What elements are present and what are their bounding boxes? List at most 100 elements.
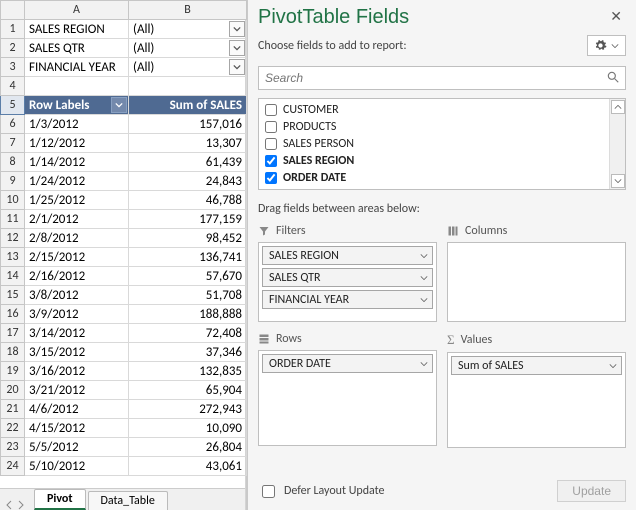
cell-date[interactable]: 1/3/2012: [25, 115, 129, 134]
field-list-item[interactable]: PRODUCTS: [259, 118, 609, 135]
area-field-item[interactable]: SALES QTR: [262, 268, 433, 287]
row-header[interactable]: 2: [1, 39, 25, 58]
row-header[interactable]: 7: [1, 134, 25, 153]
row-header[interactable]: 14: [1, 267, 25, 286]
cell-date[interactable]: 3/21/2012: [25, 381, 129, 400]
sheet-tab-data-table[interactable]: Data_Table: [88, 491, 168, 510]
row-header[interactable]: 19: [1, 362, 25, 381]
filter-value-cell[interactable]: (All): [129, 20, 247, 39]
cell-value[interactable]: 57,670: [129, 267, 247, 286]
cell-value[interactable]: 37,346: [129, 343, 247, 362]
cell-value[interactable]: 188,888: [129, 305, 247, 324]
field-checkbox[interactable]: [265, 104, 277, 116]
row-header[interactable]: 16: [1, 305, 25, 324]
row-header[interactable]: 9: [1, 172, 25, 191]
update-button[interactable]: Update: [557, 480, 626, 502]
pivot-values-header[interactable]: Sum of SALES: [129, 96, 247, 115]
filter-dropdown-button[interactable]: [229, 59, 245, 75]
tab-next-button[interactable]: [16, 500, 26, 510]
filter-label-cell[interactable]: SALES REGION: [25, 20, 129, 39]
cell-value[interactable]: 157,016: [129, 115, 247, 134]
rows-dropzone[interactable]: ORDER DATE: [258, 350, 437, 446]
field-checkbox[interactable]: [265, 155, 277, 167]
row-header[interactable]: 17: [1, 324, 25, 343]
tab-prev-button[interactable]: [4, 500, 14, 510]
cell-value[interactable]: 65,904: [129, 381, 247, 400]
cell-date[interactable]: 3/14/2012: [25, 324, 129, 343]
cell-value[interactable]: 136,741: [129, 248, 247, 267]
row-header[interactable]: 5: [1, 96, 25, 115]
cell-date[interactable]: 1/14/2012: [25, 153, 129, 172]
defer-layout-checkbox-label[interactable]: Defer Layout Update: [258, 482, 385, 501]
scroll-down-button[interactable]: [611, 174, 625, 188]
filter-value-cell[interactable]: (All): [129, 58, 247, 77]
columns-dropzone[interactable]: [447, 242, 626, 322]
cell-value[interactable]: 132,835: [129, 362, 247, 381]
field-checkbox[interactable]: [265, 138, 277, 150]
cell-value[interactable]: 10,090: [129, 419, 247, 438]
field-list-item[interactable]: SALES PERSON: [259, 135, 609, 152]
row-header[interactable]: 15: [1, 286, 25, 305]
field-checkbox[interactable]: [265, 172, 277, 184]
cell-date[interactable]: 4/15/2012: [25, 419, 129, 438]
sheet-tab-pivot[interactable]: Pivot: [34, 489, 86, 510]
select-all-corner[interactable]: [1, 1, 25, 20]
cell-value[interactable]: 26,804: [129, 438, 247, 457]
cell-date[interactable]: 2/16/2012: [25, 267, 129, 286]
cell-value[interactable]: 61,439: [129, 153, 247, 172]
filter-label-cell[interactable]: FINANCIAL YEAR: [25, 58, 129, 77]
row-header[interactable]: 10: [1, 191, 25, 210]
row-header[interactable]: 6: [1, 115, 25, 134]
scroll-up-button[interactable]: [611, 100, 625, 114]
cell-value[interactable]: 24,843: [129, 172, 247, 191]
row-header[interactable]: 21: [1, 400, 25, 419]
cell-value[interactable]: 272,943: [129, 400, 247, 419]
filter-dropdown-button[interactable]: [229, 21, 245, 37]
row-header[interactable]: 3: [1, 58, 25, 77]
area-field-item[interactable]: ORDER DATE: [262, 354, 433, 373]
filter-value-cell[interactable]: (All): [129, 39, 247, 58]
cell-date[interactable]: 1/24/2012: [25, 172, 129, 191]
cell-date[interactable]: 3/9/2012: [25, 305, 129, 324]
filter-label-cell[interactable]: SALES QTR: [25, 39, 129, 58]
cell-value[interactable]: 72,408: [129, 324, 247, 343]
cell-date[interactable]: 3/15/2012: [25, 343, 129, 362]
cell-value[interactable]: 98,452: [129, 229, 247, 248]
col-header-a[interactable]: A: [25, 1, 129, 20]
pivot-row-labels-header[interactable]: Row Labels: [25, 96, 129, 115]
field-search-input[interactable]: [258, 66, 626, 90]
cell-date[interactable]: 5/5/2012: [25, 438, 129, 457]
area-field-item[interactable]: Sum of SALES: [451, 356, 622, 375]
row-header[interactable]: 24: [1, 457, 25, 476]
row-header[interactable]: 8: [1, 153, 25, 172]
cell-value[interactable]: 13,307: [129, 134, 247, 153]
row-header[interactable]: 12: [1, 229, 25, 248]
row-header[interactable]: 4: [1, 77, 25, 96]
row-header[interactable]: 18: [1, 343, 25, 362]
values-dropzone[interactable]: Sum of SALES: [447, 352, 626, 448]
cell-date[interactable]: 2/15/2012: [25, 248, 129, 267]
cell[interactable]: [129, 77, 247, 96]
cell-value[interactable]: 46,788: [129, 191, 247, 210]
row-header[interactable]: 1: [1, 20, 25, 39]
pane-settings-button[interactable]: [587, 35, 626, 56]
cell-date[interactable]: 5/10/2012: [25, 457, 129, 476]
cell-date[interactable]: 1/12/2012: [25, 134, 129, 153]
row-header[interactable]: 22: [1, 419, 25, 438]
cell-date[interactable]: 2/1/2012: [25, 210, 129, 229]
cell-date[interactable]: 1/25/2012: [25, 191, 129, 210]
area-field-item[interactable]: SALES REGION: [262, 246, 433, 265]
area-field-item[interactable]: FINANCIAL YEAR: [262, 290, 433, 309]
field-list-item[interactable]: CUSTOMER: [259, 101, 609, 118]
filters-dropzone[interactable]: SALES REGION SALES QTR FINANCIAL YEAR: [258, 242, 437, 322]
cell[interactable]: [25, 77, 129, 96]
field-list-scrollbar[interactable]: [609, 99, 625, 189]
field-list-item[interactable]: ORDER DATE: [259, 169, 609, 186]
row-header[interactable]: 20: [1, 381, 25, 400]
cell-date[interactable]: 2/8/2012: [25, 229, 129, 248]
cell-value[interactable]: 43,061: [129, 457, 247, 476]
cell-date[interactable]: 3/16/2012: [25, 362, 129, 381]
cell-date[interactable]: 4/6/2012: [25, 400, 129, 419]
col-header-b[interactable]: B: [129, 1, 247, 20]
row-header[interactable]: 23: [1, 438, 25, 457]
